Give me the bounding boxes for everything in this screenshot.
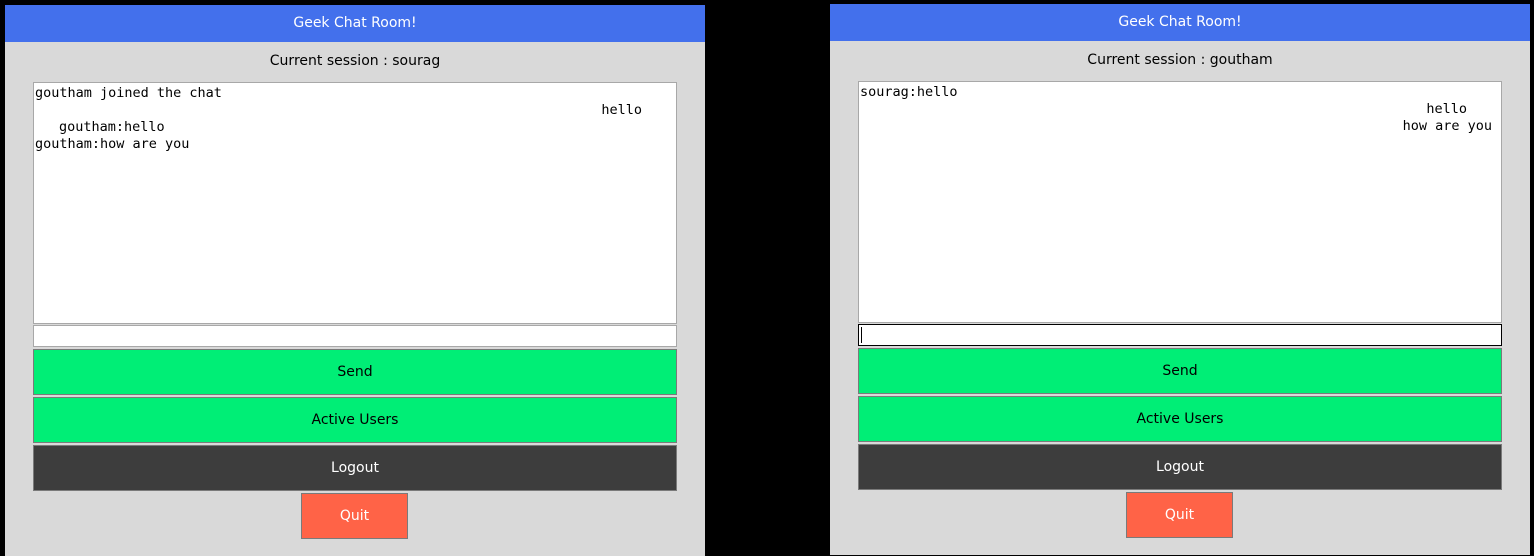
quit-button[interactable]: Quit xyxy=(301,493,408,539)
window-title: Geek Chat Room! xyxy=(5,5,705,42)
active-users-button[interactable]: Active Users xyxy=(33,397,677,443)
logout-button[interactable]: Logout xyxy=(858,444,1502,490)
chat-log[interactable]: sourag:hello hello how are you xyxy=(858,81,1502,323)
chat-message: how are you xyxy=(1402,118,1492,134)
chat-window-goutham: Geek Chat Room! Current session : goutha… xyxy=(830,4,1530,555)
text-caret xyxy=(861,327,862,343)
active-users-button[interactable]: Active Users xyxy=(858,396,1502,442)
send-button[interactable]: Send xyxy=(858,348,1502,394)
message-input[interactable] xyxy=(858,324,1502,346)
chat-message: goutham joined the chat xyxy=(35,85,222,101)
window-title: Geek Chat Room! xyxy=(830,4,1530,41)
message-input[interactable] xyxy=(33,325,677,347)
chat-window-sourag: Geek Chat Room! Current session : sourag… xyxy=(5,5,705,556)
session-label: Current session : goutham xyxy=(1087,52,1273,68)
quit-button[interactable]: Quit xyxy=(1126,492,1233,538)
chat-message: hello xyxy=(1426,101,1467,117)
chat-message: hello xyxy=(601,102,642,118)
chat-message: goutham:hello xyxy=(59,119,165,135)
logout-button[interactable]: Logout xyxy=(33,445,677,491)
chat-message: goutham:how are you xyxy=(35,136,190,152)
chat-message: sourag:hello xyxy=(860,84,958,100)
send-button[interactable]: Send xyxy=(33,349,677,395)
session-label: Current session : sourag xyxy=(269,53,441,69)
chat-log[interactable]: goutham joined the chat hello goutham:he… xyxy=(33,82,677,324)
